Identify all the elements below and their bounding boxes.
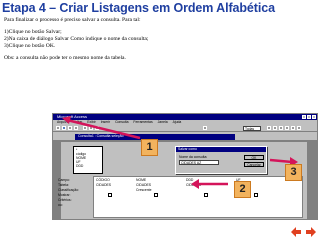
back-arrow-icon[interactable] <box>290 226 302 238</box>
arrow-to-save <box>66 118 141 140</box>
step-badge-1: 1 <box>141 139 158 156</box>
step-badge-2: 2 <box>234 181 251 198</box>
callout-arrows <box>62 116 298 189</box>
arrow-to-ok <box>269 158 293 164</box>
forward-arrow-icon[interactable] <box>305 226 317 238</box>
arrowhead-icon <box>62 116 71 124</box>
arrowhead-icon <box>191 179 199 189</box>
step-badge-3: 3 <box>285 164 302 181</box>
